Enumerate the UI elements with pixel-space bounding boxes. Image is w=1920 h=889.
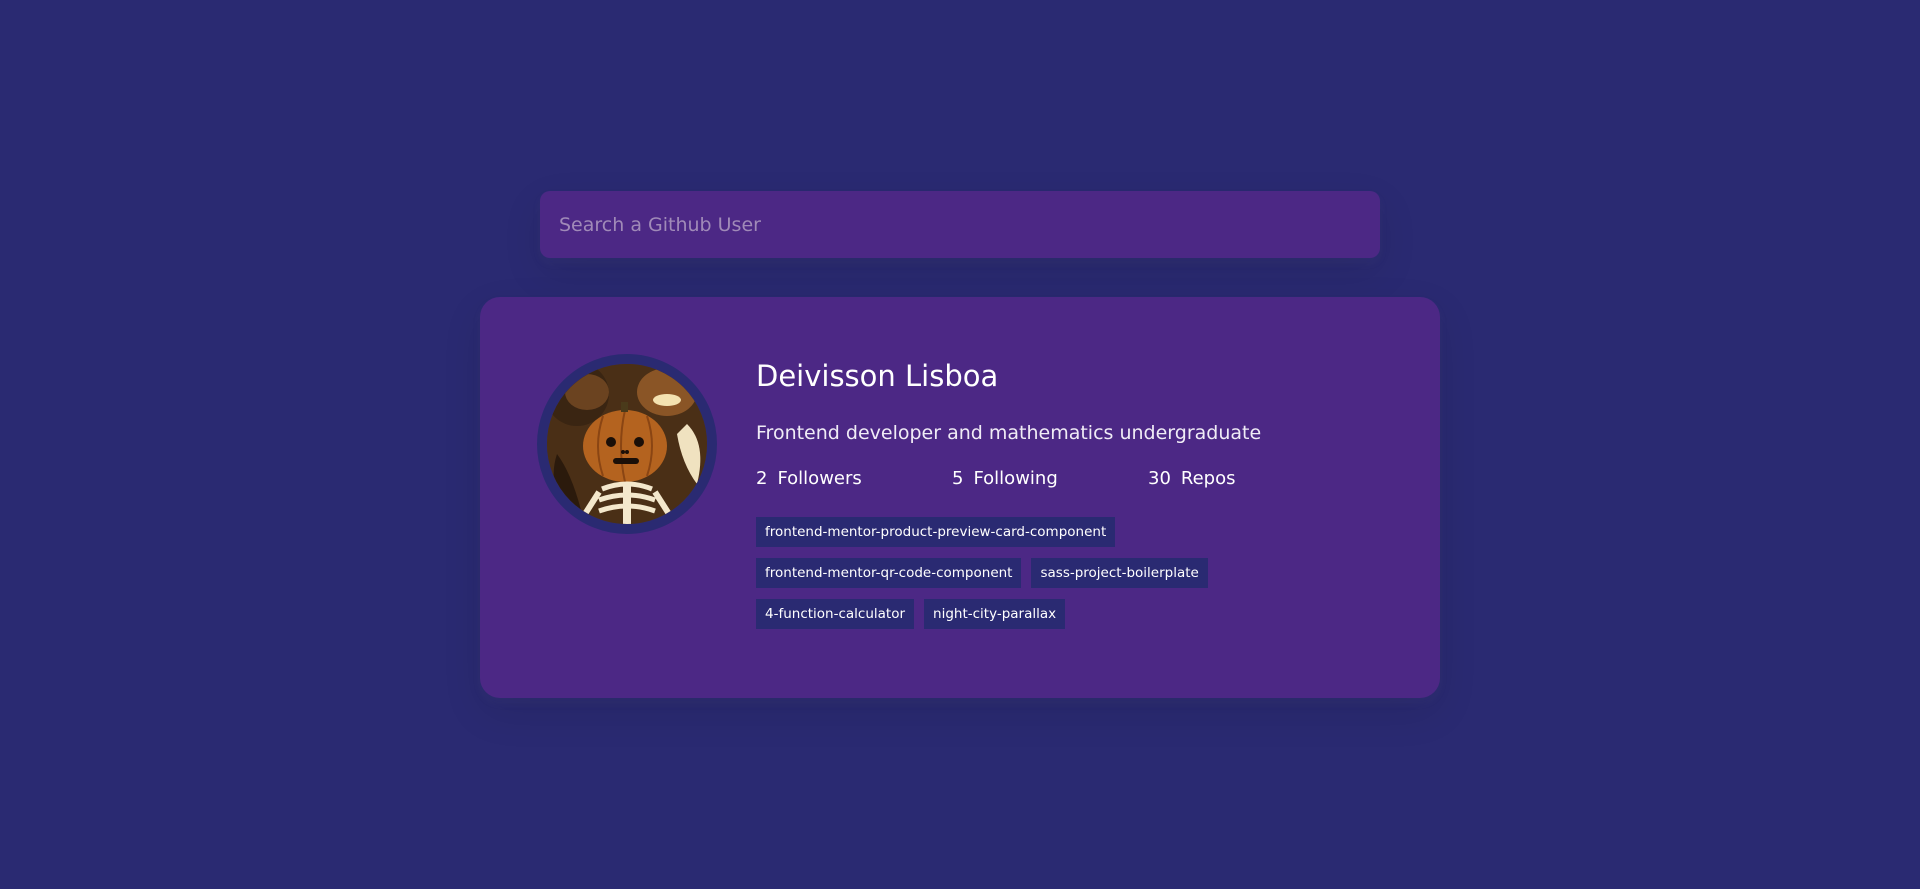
page: Deivisson Lisboa Frontend developer and … bbox=[0, 0, 1920, 889]
following-count: 5 bbox=[952, 468, 964, 489]
following-label: Following bbox=[973, 468, 1058, 489]
followers-count: 2 bbox=[756, 468, 768, 489]
stat-followers: 2 Followers bbox=[756, 466, 952, 492]
profile-card: Deivisson Lisboa Frontend developer and … bbox=[480, 297, 1440, 698]
repo-link[interactable]: frontend-mentor-product-preview-card-com… bbox=[756, 517, 1116, 547]
repo-link[interactable]: sass-project-boilerplate bbox=[1031, 558, 1208, 588]
user-bio: Frontend developer and mathematics under… bbox=[756, 422, 1262, 444]
repo-link[interactable]: frontend-mentor-qr-code-component bbox=[756, 558, 1022, 588]
avatar bbox=[537, 354, 717, 534]
avatar-image bbox=[547, 364, 707, 524]
user-name: Deivisson Lisboa bbox=[756, 359, 999, 393]
repos-label: Repos bbox=[1180, 468, 1236, 489]
user-info: Deivisson Lisboa Frontend developer and … bbox=[756, 354, 1344, 698]
search-form bbox=[540, 191, 1380, 258]
search-input[interactable] bbox=[540, 191, 1380, 258]
stats-list: 2 Followers 5 Following 30 Repos bbox=[756, 466, 1344, 492]
repos-count: 30 bbox=[1148, 468, 1171, 489]
stat-following: 5 Following bbox=[952, 466, 1148, 492]
followers-label: Followers bbox=[777, 468, 862, 489]
repo-link[interactable]: night-city-parallax bbox=[924, 599, 1066, 629]
repo-link[interactable]: 4-function-calculator bbox=[756, 599, 915, 629]
stat-repos: 30 Repos bbox=[1148, 466, 1344, 492]
repo-list: frontend-mentor-product-preview-card-com… bbox=[756, 517, 1316, 640]
